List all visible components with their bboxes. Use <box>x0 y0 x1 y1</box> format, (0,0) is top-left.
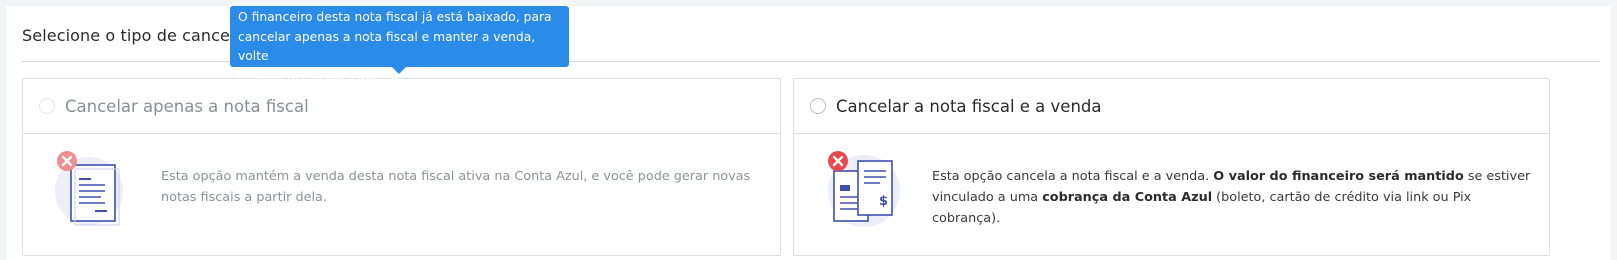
option-header[interactable]: Cancelar a nota fiscal e a venda <box>794 79 1549 134</box>
option-description: Esta opção cancela a nota fiscal e a ven… <box>932 169 1531 226</box>
disabled-option-tooltip: O financeiro desta nota fiscal já está b… <box>230 6 569 83</box>
option-header[interactable]: Cancelar apenas a nota fiscal <box>23 79 780 134</box>
option-cancel-invoice-only[interactable]: Cancelar apenas a nota fiscal Esta opção… <box>22 78 781 256</box>
option-description: Esta opção mantém a venda desta nota fis… <box>161 169 751 205</box>
tooltip-arrow <box>392 67 406 74</box>
option-title: Cancelar a nota fiscal e a venda <box>836 96 1102 116</box>
tooltip-line: cancelar apenas a nota fiscal e manter a… <box>238 29 536 64</box>
invoice-cancel-icon <box>55 151 123 226</box>
option-title: Cancelar apenas a nota fiscal <box>65 96 309 116</box>
invoice-and-sale-cancel-icon: $ <box>828 151 900 227</box>
option-cancel-invoice-and-sale[interactable]: Cancelar a nota fiscal e a venda $ Esta … <box>793 78 1550 256</box>
tooltip-line: O financeiro desta nota fiscal já está b… <box>238 10 552 24</box>
radio-cancel-invoice-only[interactable] <box>39 98 55 114</box>
svg-text:$: $ <box>879 194 888 209</box>
radio-cancel-invoice-and-sale[interactable] <box>810 98 826 114</box>
